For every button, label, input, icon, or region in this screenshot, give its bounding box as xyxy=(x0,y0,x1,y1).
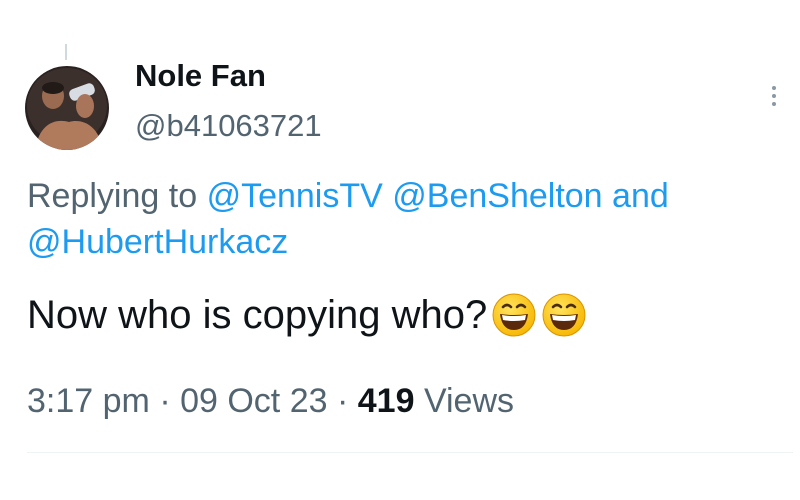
mention-link-benshelton[interactable]: @BenShelton xyxy=(392,177,602,215)
tweet-text: Now who is copying who? xyxy=(27,292,488,337)
mention-conjunction: and xyxy=(612,177,669,215)
mention-link-tennistv[interactable]: @TennisTV xyxy=(207,177,383,215)
more-dots-icon-dot-3 xyxy=(772,102,776,106)
grinning-face-emoji xyxy=(541,292,587,338)
views-label: Views xyxy=(423,382,515,420)
meta-separator: · xyxy=(159,382,171,420)
tweet-body: Now who is copying who? xyxy=(27,292,587,338)
views-count: 419 xyxy=(357,382,415,420)
author-display-name[interactable]: Nole Fan xyxy=(135,58,266,94)
divider xyxy=(27,452,793,453)
meta-separator: · xyxy=(336,382,349,420)
tweet-meta: 3:17 pm · 09 Oct 23 · 419 Views xyxy=(27,382,514,421)
grinning-face-emoji xyxy=(491,292,537,338)
more-options-button[interactable] xyxy=(762,82,786,116)
replying-to: Replying to @TennisTV @BenShelton and @H… xyxy=(27,173,787,265)
tweet-time[interactable]: 3:17 pm xyxy=(27,382,150,420)
author-handle[interactable]: @b41063721 xyxy=(135,108,322,144)
replying-to-prefix: Replying to xyxy=(27,177,198,215)
thread-connector-line xyxy=(65,44,67,60)
more-dots-icon xyxy=(772,86,776,90)
more-dots-icon-dot-2 xyxy=(772,94,776,98)
tweet-date[interactable]: 09 Oct 23 xyxy=(180,382,327,420)
mention-link-huberthurkacz[interactable]: @HubertHurkacz xyxy=(27,223,288,261)
avatar[interactable] xyxy=(25,66,109,150)
